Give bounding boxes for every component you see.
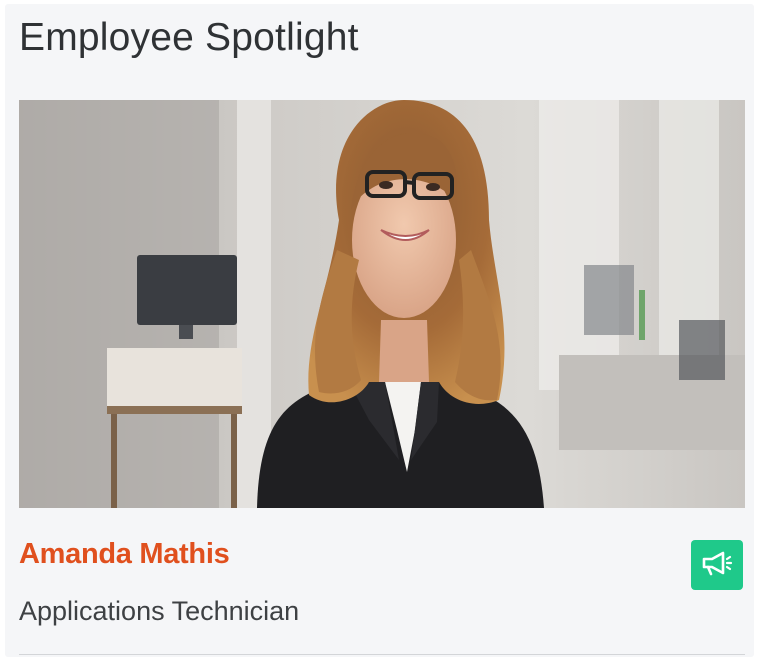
employee-photo [19,100,745,508]
employee-role: Applications Technician [19,596,300,626]
employee-name[interactable]: Amanda Mathis [19,538,230,571]
employee-spotlight-card: Employee Spotlight Amanda Mathis Applica… [5,4,754,657]
widget-title: Employee Spotlight [19,16,359,59]
divider [19,654,745,655]
megaphone-icon [701,550,733,581]
announce-button[interactable] [691,540,743,590]
